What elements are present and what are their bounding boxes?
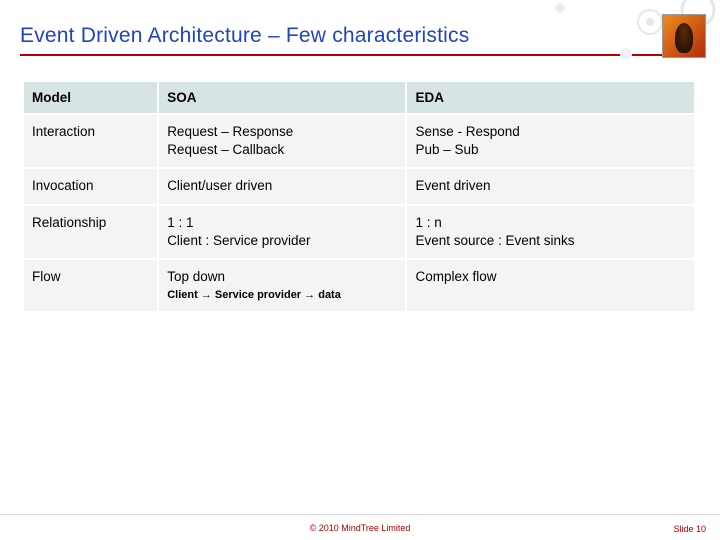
title-underline — [20, 54, 700, 56]
eda-cell: Complex flow — [406, 259, 695, 312]
arrow-icon: → — [304, 288, 315, 303]
arrow-icon: → — [201, 288, 212, 303]
slide-title: Event Driven Architecture – Few characte… — [20, 24, 700, 48]
title-bar: Event Driven Architecture – Few characte… — [0, 0, 720, 64]
eda-cell: Sense - RespondPub – Sub — [406, 114, 695, 168]
slide-number: Slide 10 — [673, 524, 706, 534]
row-label: Relationship — [24, 205, 158, 259]
copyright-text: © 2010 MindTree Limited — [310, 523, 411, 533]
soa-cell: Request – ResponseRequest – Callback — [158, 114, 406, 168]
table-row: InvocationClient/user drivenEvent driven — [24, 168, 695, 204]
characteristics-table: Model SOA EDA InteractionRequest – Respo… — [24, 82, 696, 313]
row-label: Invocation — [24, 168, 158, 204]
company-logo — [662, 14, 706, 58]
table-header-row: Model SOA EDA — [24, 82, 695, 114]
table-row: InteractionRequest – ResponseRequest – C… — [24, 114, 695, 168]
table-row: FlowTop downClient → Service provider → … — [24, 259, 695, 312]
eda-cell: Event driven — [406, 168, 695, 204]
row-label: Interaction — [24, 114, 158, 168]
soa-subline: Client → Service provider → data — [167, 288, 395, 303]
soa-cell: Client/user driven — [158, 168, 406, 204]
col-header-eda: EDA — [406, 82, 695, 114]
row-label: Flow — [24, 259, 158, 312]
eda-cell: 1 : nEvent source : Event sinks — [406, 205, 695, 259]
table-row: Relationship1 : 1Client : Service provid… — [24, 205, 695, 259]
col-header-soa: SOA — [158, 82, 406, 114]
col-header-model: Model — [24, 82, 158, 114]
soa-cell: 1 : 1Client : Service provider — [158, 205, 406, 259]
footer: © 2010 MindTree Limited — [0, 514, 720, 540]
content-area: Model SOA EDA InteractionRequest – Respo… — [0, 64, 720, 313]
soa-cell: Top downClient → Service provider → data — [158, 259, 406, 312]
